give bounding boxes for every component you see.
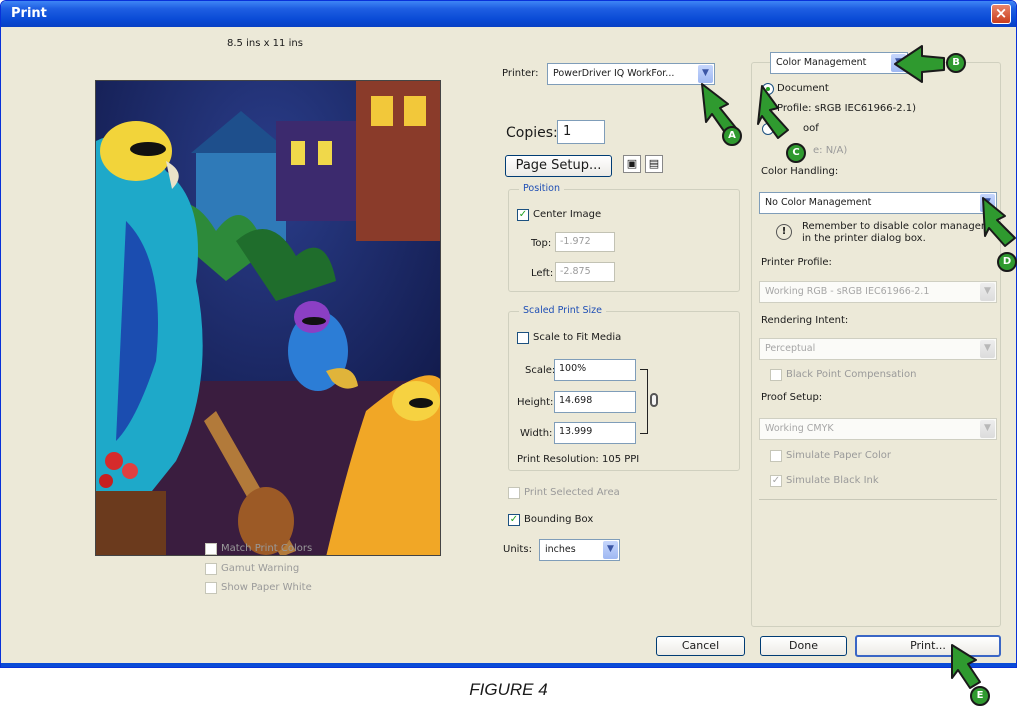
callout-d: D <box>997 252 1017 272</box>
arrow-b <box>894 45 945 83</box>
callout-a: A <box>722 126 742 146</box>
callout-b: B <box>946 53 966 73</box>
arrow-c <box>757 85 789 139</box>
figure-caption: FIGURE 4 <box>469 680 548 699</box>
callout-c: C <box>786 143 806 163</box>
arrow-d <box>982 197 1016 247</box>
annotation-arrows <box>701 45 1016 689</box>
